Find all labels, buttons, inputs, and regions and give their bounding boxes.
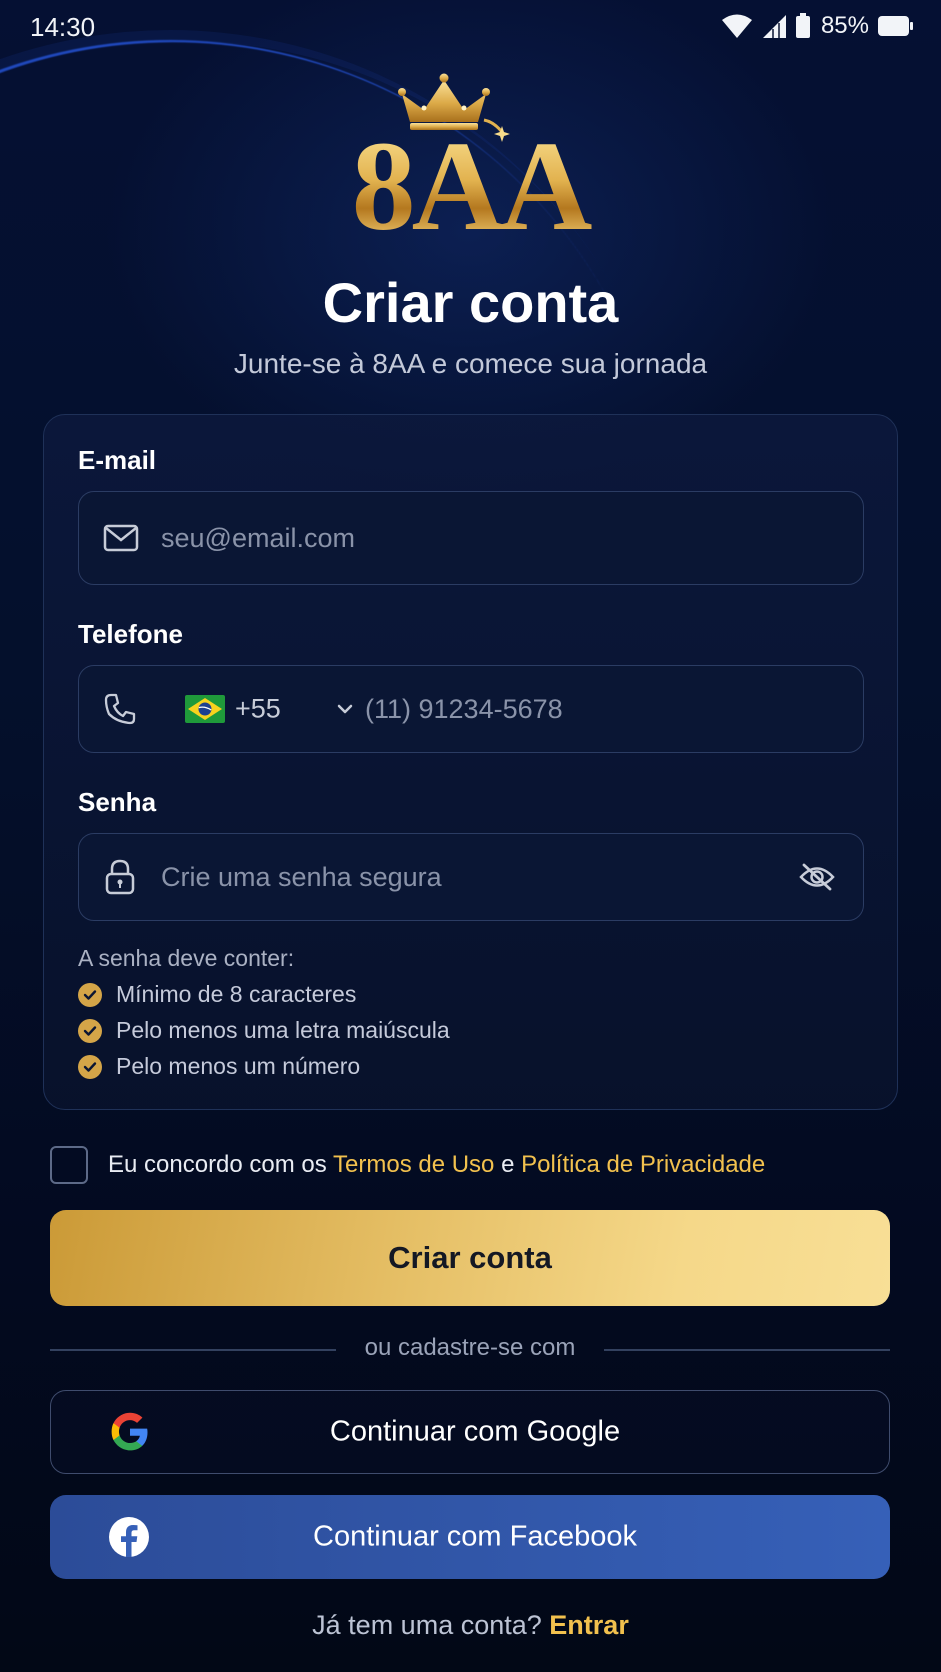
terms-agreement: Eu concordo com os Termos de Uso e Polít… (50, 1146, 765, 1184)
phone-input[interactable] (365, 666, 835, 752)
password-requirements-title: A senha deve conter: (78, 945, 295, 971)
check-circle-icon (78, 1018, 102, 1043)
lock-icon (105, 859, 135, 895)
check-circle-icon (78, 1054, 102, 1079)
email-field[interactable] (78, 491, 864, 585)
social-divider: ou cadastre-se com (50, 1334, 890, 1366)
page-title: Criar conta (322, 271, 619, 334)
battery-percentage: 85% (820, 12, 869, 39)
brazil-flag-icon (185, 695, 225, 723)
requirement-item: Pelo menos um número (78, 1053, 360, 1080)
requirement-text: Mínimo de 8 caracteres (116, 981, 357, 1007)
requirement-item: Pelo menos uma letra maiúscula (78, 1017, 450, 1044)
password-input[interactable] (161, 834, 761, 920)
terms-conjunction: e (501, 1151, 515, 1178)
signup-form-card: E-mail Telefone +55 (43, 414, 898, 1110)
requirement-text: Pelo menos uma letra maiúscula (116, 1017, 450, 1043)
email-input[interactable] (161, 492, 841, 584)
brand-logo: 8AA (330, 72, 610, 250)
facebook-button-label: Continuar com Facebook (313, 1520, 637, 1553)
status-bar: 14:30 85% (0, 0, 941, 56)
terms-checkbox[interactable] (50, 1146, 88, 1184)
requirement-item: Mínimo de 8 caracteres (78, 981, 356, 1008)
login-prompt: Já tem uma conta? Entrar (0, 1610, 941, 1641)
status-time: 14:30 (30, 12, 96, 42)
page-subtitle: Junte-se à 8AA e comece sua jornada (233, 348, 708, 379)
chevron-down-icon (337, 704, 353, 714)
email-label: E-mail (78, 445, 157, 475)
battery-small-icon (795, 13, 811, 39)
status-icons: 85% (721, 12, 913, 40)
google-button-label: Continuar com Google (329, 1415, 621, 1448)
terms-text: Eu concordo com os Termos de Uso e Polít… (108, 1151, 765, 1179)
country-code-selector[interactable]: +55 (179, 666, 359, 752)
battery-icon (877, 15, 913, 37)
divider-text: ou cadastre-se com (364, 1334, 576, 1361)
create-account-button[interactable]: Criar conta (50, 1210, 890, 1306)
phone-label: Telefone (78, 619, 183, 649)
signal-icon (761, 13, 787, 39)
terms-of-use-link[interactable]: Termos de Uso (333, 1151, 494, 1178)
phone-field: +55 (78, 665, 864, 753)
phone-icon (104, 693, 136, 725)
check-circle-icon (78, 982, 102, 1007)
wifi-icon (721, 13, 753, 39)
login-link[interactable]: Entrar (549, 1610, 629, 1640)
google-signup-button[interactable]: Continuar com Google (50, 1390, 890, 1474)
mail-icon (103, 524, 139, 552)
password-field[interactable] (78, 833, 864, 921)
signup-screen: 14:30 85% 8AA Criar conta Junte-se à 8AA… (0, 0, 941, 1672)
eye-off-icon[interactable] (799, 862, 835, 892)
logo-text: 8AA (330, 122, 610, 250)
country-code: +55 (235, 693, 281, 724)
facebook-signup-button[interactable]: Continuar com Facebook (50, 1495, 890, 1579)
terms-prefix: Eu concordo com os (108, 1151, 327, 1178)
privacy-policy-link[interactable]: Política de Privacidade (521, 1151, 765, 1178)
password-label: Senha (78, 787, 157, 817)
login-prompt-text: Já tem uma conta? (312, 1610, 542, 1640)
requirement-text: Pelo menos um número (116, 1053, 361, 1079)
